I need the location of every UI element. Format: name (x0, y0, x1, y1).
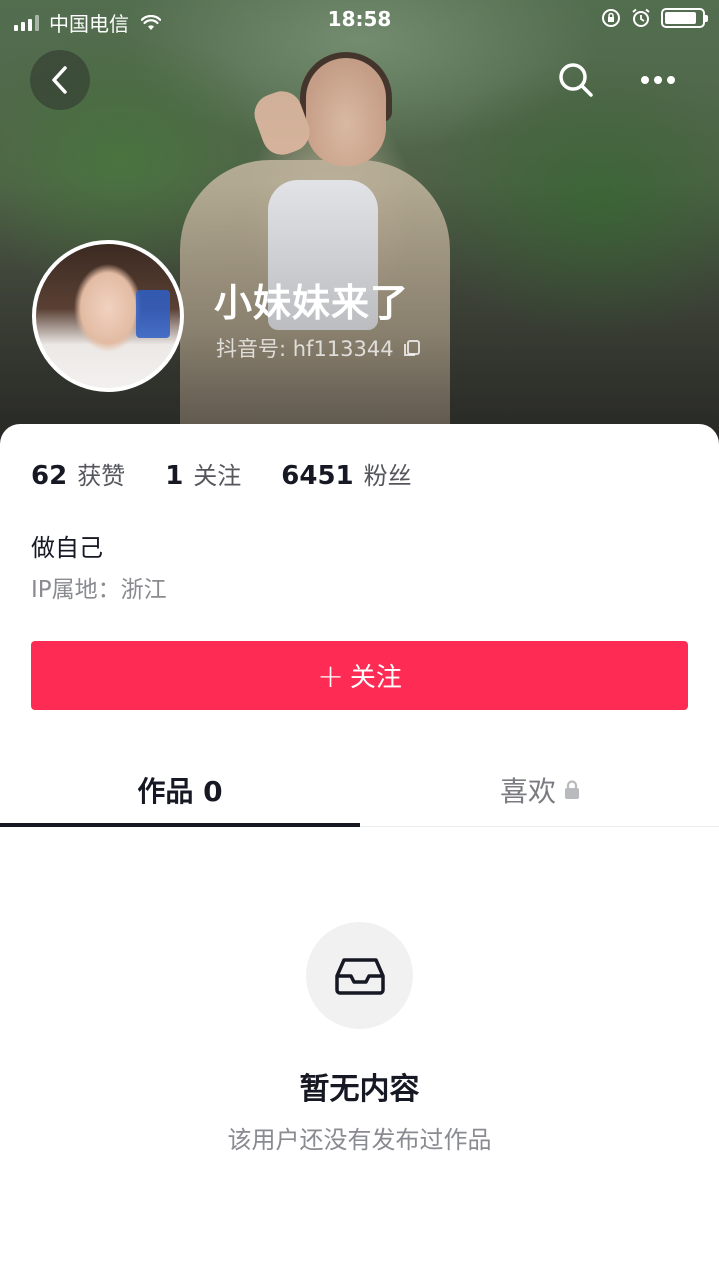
profile-name: 小妹妹来了 (214, 281, 410, 325)
tab-label: 作品 0 (137, 774, 223, 808)
profile-sheet: 62 获赞 1 关注 6451 粉丝 做自己 IP属地：浙江 + 关注 作品 0… (0, 424, 719, 1280)
tab-indicator (0, 823, 360, 827)
tab-works[interactable]: 作品 0 (0, 752, 360, 827)
search-icon (559, 63, 593, 97)
stat-value: 6451 (281, 461, 354, 491)
copy-icon[interactable] (402, 338, 422, 358)
rotation-lock-icon (602, 9, 620, 27)
tab-likes[interactable]: 喜欢 (360, 752, 719, 827)
lock-icon (564, 779, 580, 800)
empty-inbox-icon (306, 922, 413, 1029)
empty-state-title: 暂无内容 (299, 1072, 420, 1107)
profile-bio: 做自己 (31, 534, 103, 562)
follow-label: 关注 (349, 663, 402, 693)
ip-location: IP属地：浙江 (31, 577, 167, 603)
more-horizontal-icon (641, 76, 675, 84)
tab-label: 喜欢 (499, 774, 556, 808)
stat-label: 关注 (193, 462, 242, 490)
empty-state-subtitle: 该用户还没有发布过作品 (227, 1126, 492, 1154)
stat-value: 62 (31, 461, 68, 491)
stat-followers[interactable]: 6451 粉丝 (281, 456, 411, 491)
stat-likes[interactable]: 62 获赞 (31, 456, 125, 491)
stat-value: 1 (165, 461, 184, 491)
stat-label: 获赞 (77, 462, 126, 490)
more-button[interactable] (632, 56, 684, 104)
content-tabs: 作品 0 喜欢 (0, 752, 719, 827)
avatar[interactable] (32, 240, 184, 392)
stat-label: 粉丝 (363, 462, 412, 490)
battery-icon (661, 8, 708, 28)
search-button[interactable] (552, 56, 600, 104)
back-button[interactable] (30, 50, 90, 110)
douyin-id-text: 抖音号: hf113344 (216, 337, 394, 361)
alarm-icon (632, 8, 650, 27)
douyin-id[interactable]: 抖音号: hf113344 (216, 333, 422, 363)
status-bar: 中国电信 18:58 (0, 0, 719, 40)
stats-row: 62 获赞 1 关注 6451 粉丝 (31, 456, 452, 491)
stat-following[interactable]: 1 关注 (165, 456, 241, 491)
plus-icon: + (317, 656, 344, 695)
chevron-left-icon (52, 66, 67, 94)
follow-button[interactable]: + 关注 (31, 641, 688, 710)
